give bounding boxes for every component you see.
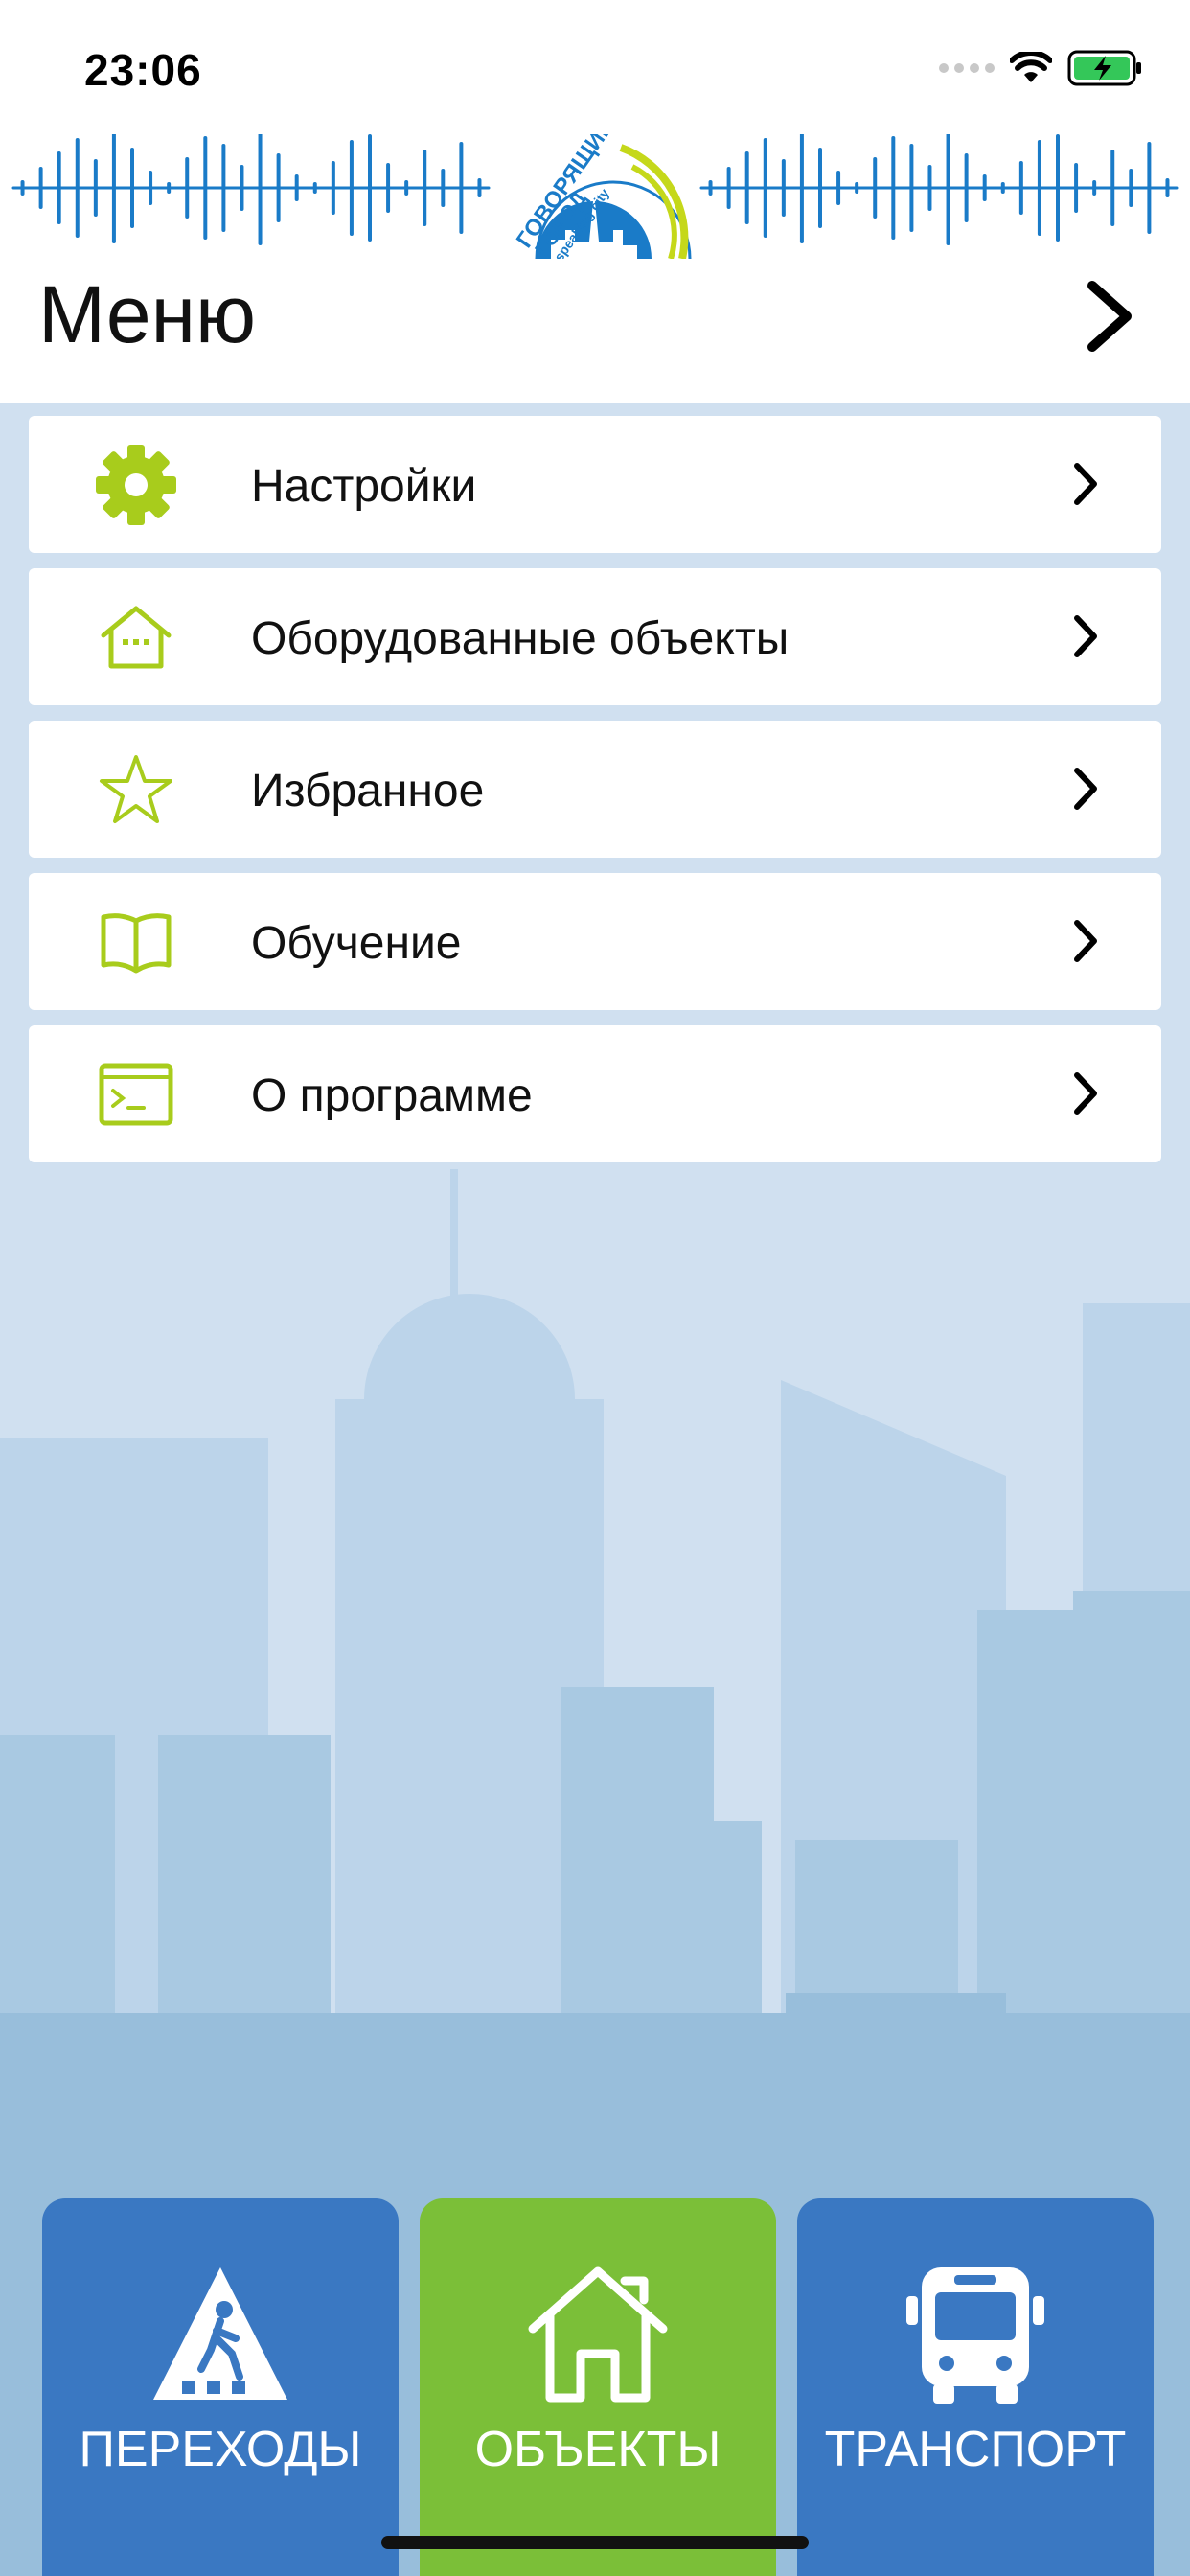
page-title: Меню	[38, 269, 257, 359]
terminal-icon	[99, 1063, 173, 1126]
chevron-right-icon	[1074, 768, 1097, 810]
book-icon	[101, 913, 172, 974]
logo-banner: ГОВОРЯЩИЙ ГОРОД speaking city	[11, 134, 1179, 259]
star-icon	[100, 755, 172, 823]
nav-transport-button[interactable]: ТРАНСПОРТ	[797, 2198, 1154, 2576]
menu-item-equipped-objects[interactable]: Оборудованные объекты	[29, 568, 1161, 705]
chevron-right-icon	[1074, 920, 1097, 962]
menu-item-label: Настройки	[251, 461, 477, 512]
menu-item-label: Оборудованные объекты	[251, 613, 790, 664]
battery-charging-icon	[1067, 50, 1141, 86]
wifi-icon	[1010, 52, 1052, 82]
house-outline-icon	[528, 2266, 668, 2403]
house-icon	[101, 606, 172, 669]
status-bar: 23:06	[0, 0, 1190, 134]
nav-crossings-label: ПЕРЕХОДЫ	[79, 2422, 362, 2477]
bus-icon	[906, 2267, 1044, 2404]
status-time: 23:06	[84, 45, 202, 95]
chevron-right-icon	[1074, 463, 1097, 505]
menu-item-learning[interactable]: Обучение	[29, 873, 1161, 1010]
home-indicator	[381, 2536, 809, 2549]
header: ГОВОРЯЩИЙ ГОРОД speaking city Меню	[0, 134, 1190, 402]
nav-objects-label: ОБЪЕКТЫ	[474, 2422, 721, 2477]
nav-objects-button[interactable]: ОБЪЕКТЫ	[420, 2198, 776, 2576]
menu-item-label: Избранное	[251, 766, 485, 816]
signal-dots-icon	[939, 63, 995, 73]
menu-item-favorites[interactable]: Избранное	[29, 721, 1161, 858]
chevron-right-icon	[1074, 615, 1097, 657]
menu-item-label: О программе	[251, 1070, 533, 1121]
status-icons	[939, 50, 1144, 86]
pedestrian-crossing-icon	[153, 2267, 287, 2400]
bottom-nav: ПЕРЕХОДЫ ОБЪЕКТЫ ТРАНСПОРТ	[42, 2198, 1154, 2576]
menu-item-about[interactable]: О программе	[29, 1025, 1161, 1162]
menu-item-label: Обучение	[251, 918, 462, 969]
menu-list: Настройки Оборудованные объекты Избранно…	[29, 416, 1161, 1178]
menu-item-settings[interactable]: Настройки	[29, 416, 1161, 553]
gear-icon	[96, 445, 176, 525]
chevron-right-icon	[1074, 1072, 1097, 1115]
nav-crossings-button[interactable]: ПЕРЕХОДЫ	[42, 2198, 399, 2576]
nav-transport-label: ТРАНСПОРТ	[824, 2422, 1127, 2477]
chevron-right-icon[interactable]	[1081, 278, 1138, 355]
